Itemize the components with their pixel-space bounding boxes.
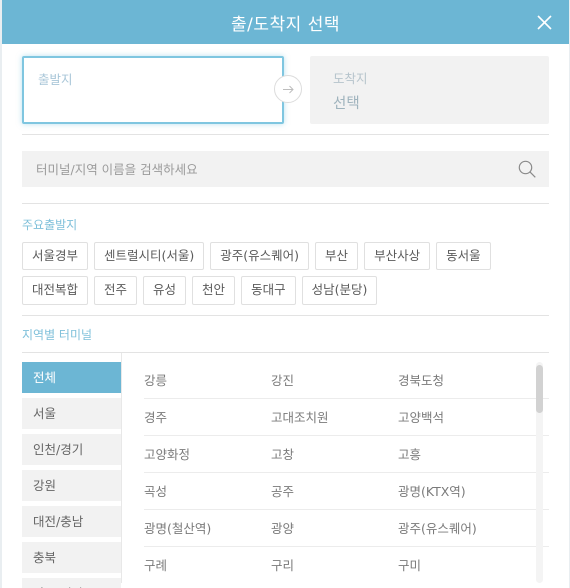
- terminal-item[interactable]: 곡성: [144, 481, 271, 500]
- table-row: 구례 구리 구미: [144, 547, 549, 583]
- destination-label: 도착지: [333, 71, 368, 86]
- terminal-item[interactable]: 고흥: [398, 444, 525, 463]
- search-box: [22, 151, 549, 187]
- region-item-incheon-gyeonggi[interactable]: 인천/경기: [22, 433, 121, 465]
- terminal-item[interactable]: 광주(유스퀘어): [398, 518, 525, 537]
- departure-chip[interactable]: 동서울: [436, 242, 491, 271]
- departure-chip[interactable]: 부산: [315, 242, 359, 271]
- terminal-list-panel: 강릉 강진 경북도청 경주 고대조치원 고양백석 고양화정 고창 고흥 곡성 공…: [122, 353, 549, 583]
- region-item-jeonche[interactable]: 전체: [22, 361, 121, 393]
- search-section: [2, 135, 569, 203]
- terminal-item[interactable]: 고양백석: [398, 407, 525, 426]
- departure-chip[interactable]: 전주: [94, 276, 138, 305]
- terminal-item[interactable]: 강진: [271, 370, 398, 389]
- scrollbar-thumb[interactable]: [536, 364, 543, 413]
- terminal-item[interactable]: 구리: [271, 555, 398, 574]
- terminal-item[interactable]: 광양: [271, 518, 398, 537]
- terminal-item[interactable]: 구미: [398, 555, 525, 574]
- region-list: 전체 서울 인천/경기 강원 대전/충남 충북 광주/전남: [22, 352, 122, 588]
- terminal-item[interactable]: 경북도청: [398, 370, 525, 389]
- terminal-item[interactable]: 고창: [271, 444, 398, 463]
- table-row: 고양화정 고창 고흥: [144, 436, 549, 473]
- departure-chip[interactable]: 천안: [192, 276, 236, 305]
- terminal-select-modal: 출/도착지 선택 출발지 도착지 선택 터미널/지역 이름을 검색하세요 주요출…: [0, 0, 570, 588]
- origin-field[interactable]: 출발지: [22, 56, 284, 124]
- terminal-item[interactable]: 광명(KTX역): [398, 481, 525, 500]
- terminal-item[interactable]: 경주: [144, 407, 271, 426]
- departure-chip[interactable]: 대전복합: [22, 276, 89, 305]
- page-title: 출/도착지 선택: [231, 14, 340, 35]
- departure-chip[interactable]: 서울경부: [22, 242, 89, 271]
- departure-chip[interactable]: 성남(분당): [301, 276, 378, 305]
- region-item-gangwon[interactable]: 강원: [22, 469, 121, 501]
- table-row: 곡성 공주 광명(KTX역): [144, 473, 549, 510]
- terminal-item[interactable]: 공주: [271, 481, 398, 500]
- region-item-daejeon-chungnam[interactable]: 대전/충남: [22, 505, 121, 537]
- regional-terminals-title: 지역별 터미널: [22, 327, 93, 342]
- destination-field[interactable]: 도착지 선택: [310, 56, 549, 124]
- regional-terminals-body: 전체 서울 인천/경기 강원 대전/충남 충북 광주/전남 강릉 강진 경북도청…: [22, 351, 549, 588]
- departure-chip[interactable]: 부산사상: [364, 242, 431, 271]
- region-item-chungbuk[interactable]: 충북: [22, 541, 121, 573]
- close-icon[interactable]: [529, 7, 559, 37]
- terminal-item[interactable]: 광명(철산역): [144, 518, 271, 537]
- terminal-item[interactable]: 강릉: [144, 370, 271, 389]
- region-item-seoul[interactable]: 서울: [22, 397, 121, 429]
- regional-terminals-section: 지역별 터미널 전체 서울 인천/경기 강원 대전/충남 충북 광주/전남 강릉…: [2, 316, 569, 588]
- modal-header: 출/도착지 선택: [2, 0, 569, 44]
- origin-label: 출발지: [38, 72, 73, 87]
- destination-value: 선택: [333, 96, 360, 112]
- table-row: 경주 고대조치원 고양백석: [144, 399, 549, 436]
- terminal-item[interactable]: 고대조치원: [271, 407, 398, 426]
- scrollbar-track[interactable]: [536, 361, 543, 583]
- region-item-gwangju-jeonnam[interactable]: 광주/전남: [22, 577, 121, 588]
- search-input[interactable]: [22, 151, 549, 187]
- main-departures-section: 주요출발지 서울경부 센트럴시티(서울) 광주(유스퀘어) 부산 부산사상 동서…: [2, 204, 569, 315]
- search-icon[interactable]: [517, 159, 537, 179]
- arrow-right-icon: [274, 75, 302, 103]
- table-row: 강릉 강진 경북도청: [144, 362, 549, 399]
- departure-chip[interactable]: 동대구: [241, 276, 296, 305]
- departure-chip[interactable]: 광주(유스퀘어): [210, 242, 310, 271]
- terminal-item[interactable]: 구례: [144, 555, 271, 574]
- departure-chip[interactable]: 센트럴시티(서울): [94, 242, 205, 271]
- table-row: 광명(철산역) 광양 광주(유스퀘어): [144, 510, 549, 547]
- departure-chip[interactable]: 유성: [143, 276, 187, 305]
- origin-destination-selector: 출발지 도착지 선택: [2, 44, 569, 134]
- terminal-item[interactable]: 고양화정: [144, 444, 271, 463]
- main-departures-chip-list: 서울경부 센트럴시티(서울) 광주(유스퀘어) 부산 부산사상 동서울 대전복합…: [22, 242, 549, 305]
- main-departures-title: 주요출발지: [22, 218, 78, 232]
